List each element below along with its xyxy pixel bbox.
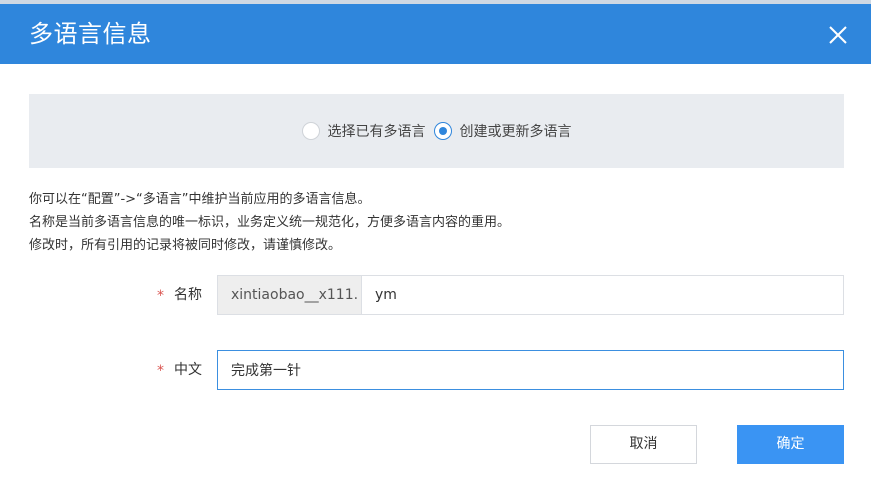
required-mark: * [157, 288, 164, 304]
chinese-field-group [217, 350, 844, 390]
radio-unchecked-icon[interactable] [301, 122, 320, 140]
radio-select-existing[interactable]: 选择已有多语言 [301, 121, 426, 141]
mode-panel: 选择已有多语言 创建或更新多语言 [29, 94, 844, 168]
name-label: 名称 [174, 287, 202, 303]
multilanguage-dialog: 多语言信息 选择已有多语言 创建或更新多语言 你可以在“配置”->“多语言”中维… [0, 0, 871, 494]
name-row: * 名称 xintiaobao__x111. [0, 275, 871, 315]
name-prefix: xintiaobao__x111. [218, 276, 362, 314]
chinese-input[interactable] [218, 351, 843, 389]
help-line-3: 修改时，所有引用的记录将被同时修改，请谨慎修改。 [29, 238, 342, 253]
dialog-header: 多语言信息 [0, 4, 871, 64]
chinese-row: * 中文 [0, 350, 871, 390]
radio-checked-icon[interactable] [433, 122, 452, 140]
mode-radio-group: 选择已有多语言 创建或更新多语言 [29, 94, 844, 168]
radio-label-select-existing: 选择已有多语言 [327, 124, 426, 140]
radio-label-create-or-update: 创建或更新多语言 [459, 124, 572, 140]
chinese-label: 中文 [174, 362, 202, 378]
close-icon[interactable] [827, 24, 849, 46]
required-mark: * [157, 363, 164, 379]
name-input[interactable] [362, 276, 843, 314]
help-line-2: 名称是当前多语言信息的唯一标识，业务定义统一规范化，方便多语言内容的重用。 [29, 215, 511, 230]
help-line-1: 你可以在“配置”->“多语言”中维护当前应用的多语言信息。 [29, 192, 371, 207]
help-text: 你可以在“配置”->“多语言”中维护当前应用的多语言信息。 名称是当前多语言信息… [29, 188, 829, 257]
cancel-button[interactable]: 取消 [590, 425, 697, 464]
radio-create-or-update[interactable]: 创建或更新多语言 [433, 121, 572, 141]
ok-button[interactable]: 确定 [737, 425, 844, 464]
dialog-title: 多语言信息 [29, 20, 152, 48]
name-field-group: xintiaobao__x111. [217, 275, 844, 315]
